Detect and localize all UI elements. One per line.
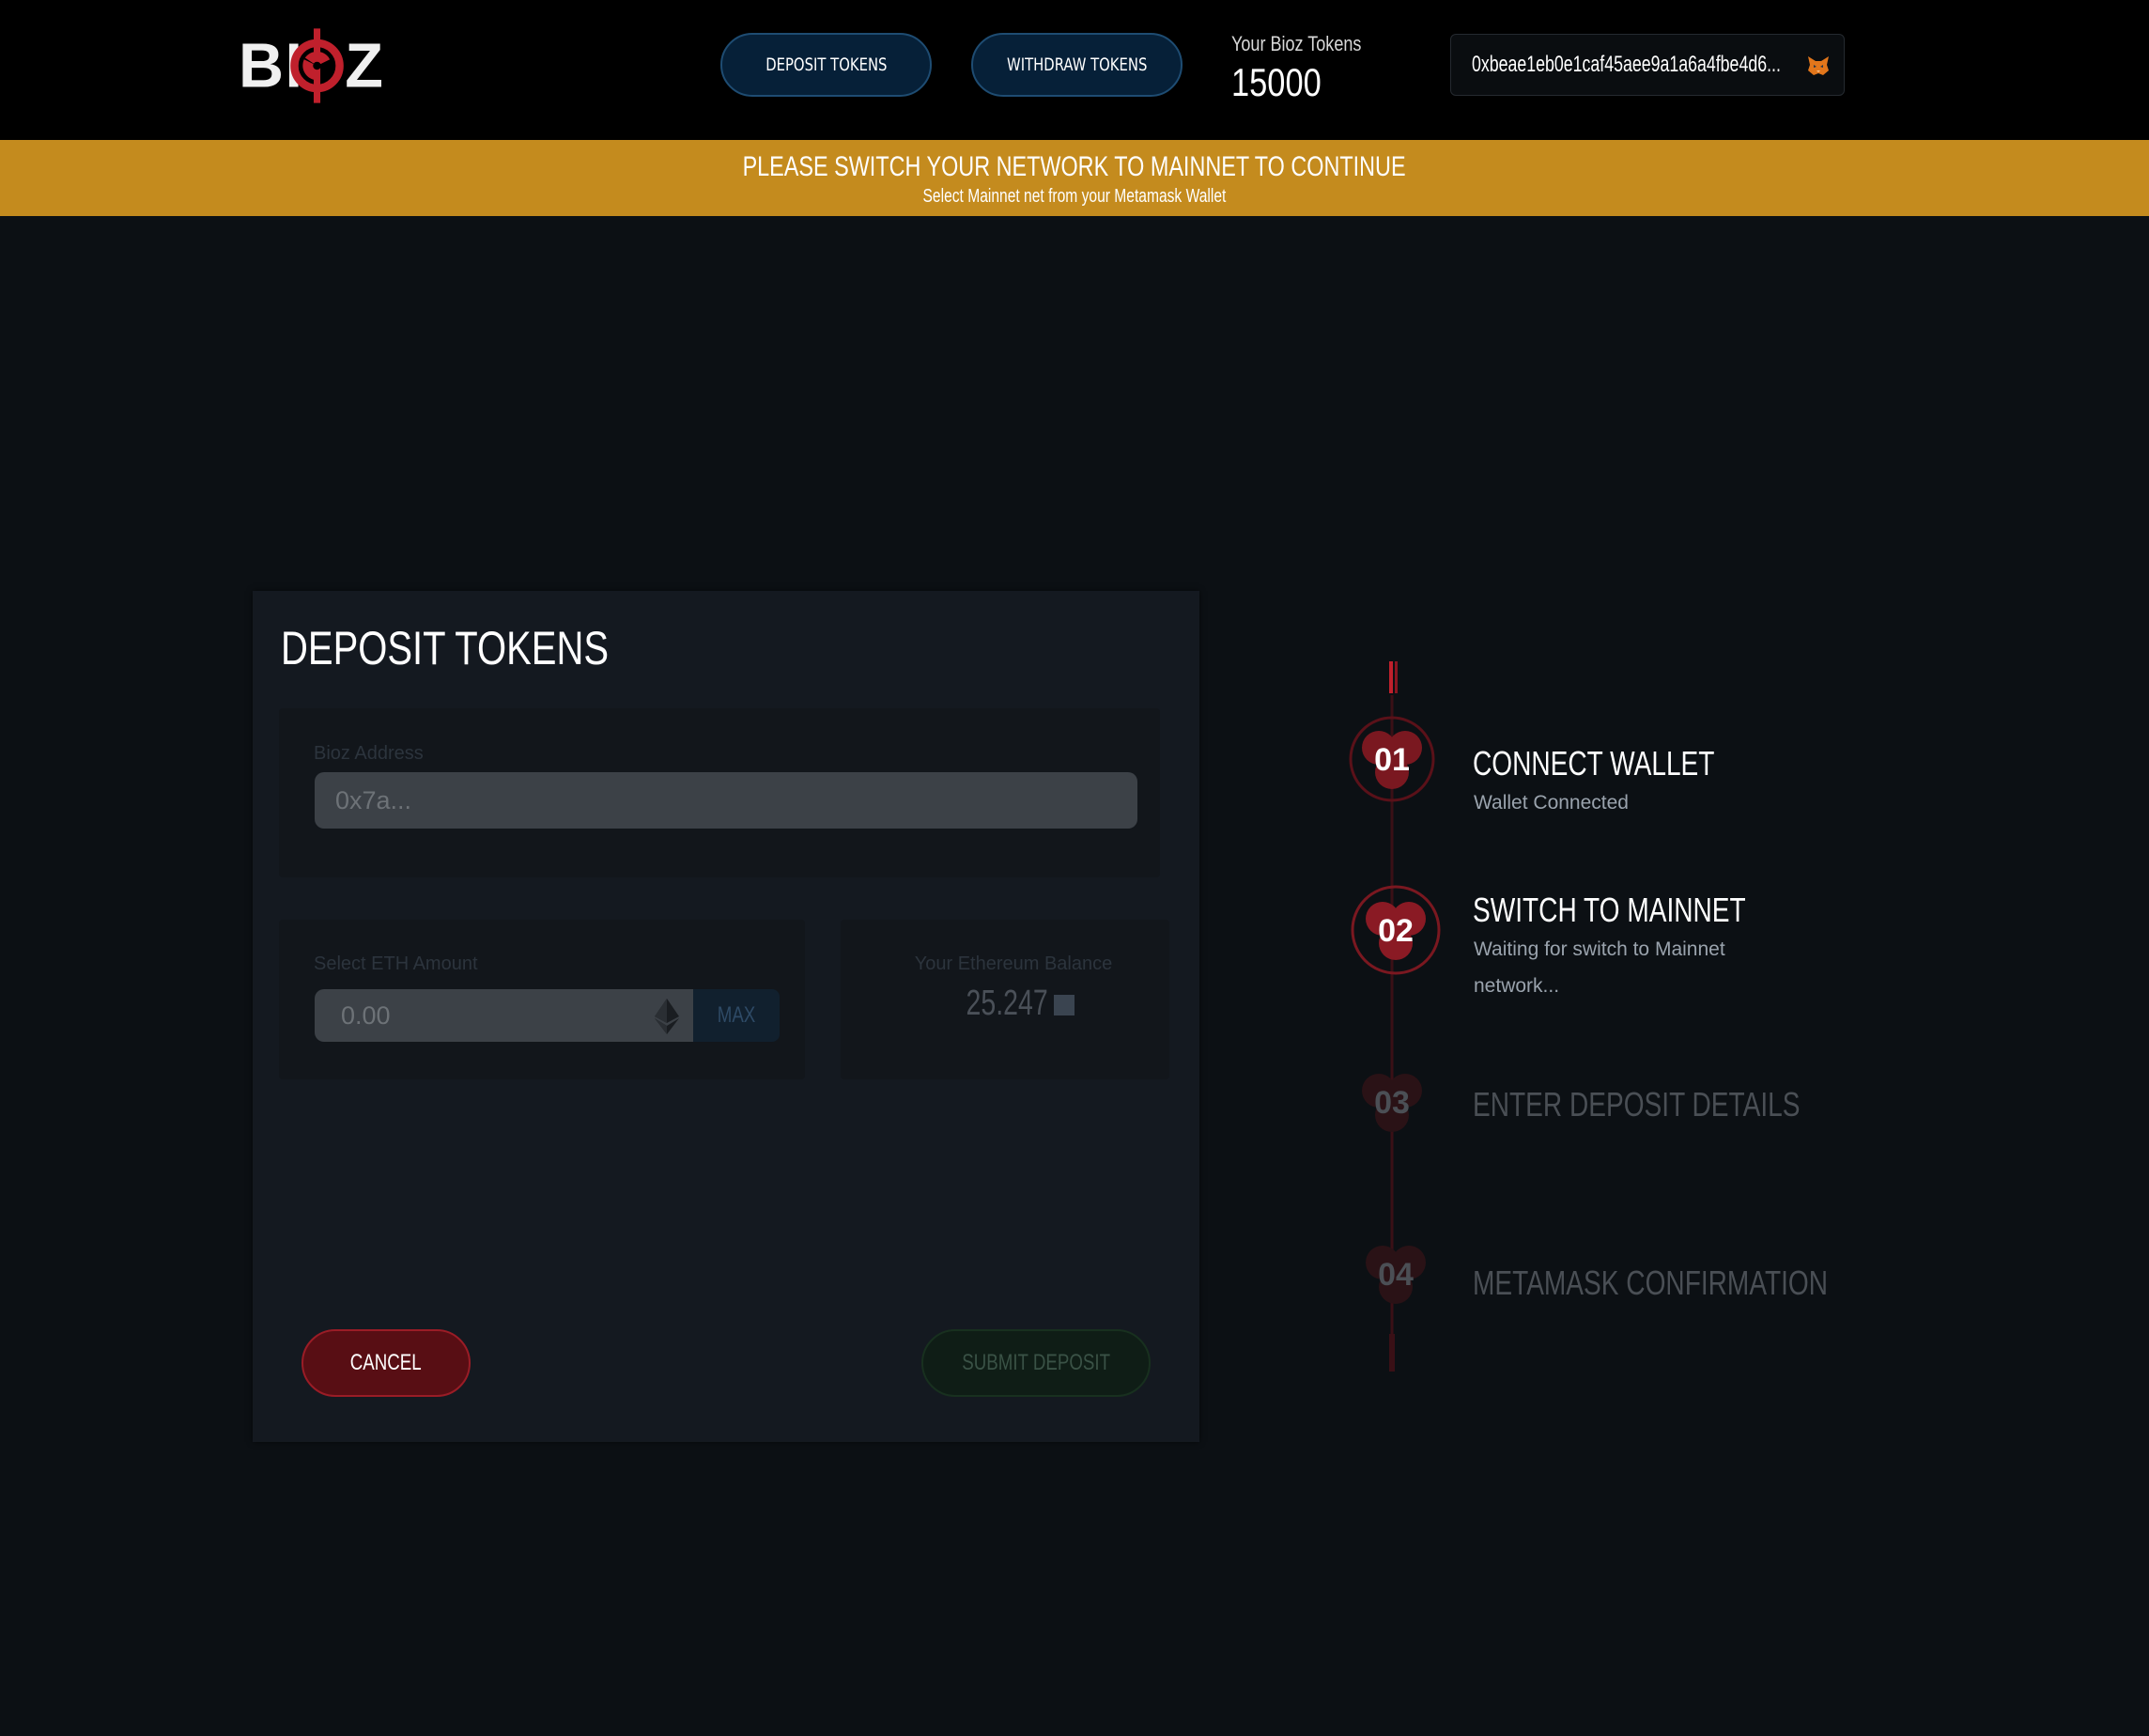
withdraw-tokens-nav-label: WITHDRAW TOKENS (1006, 54, 1148, 75)
eth-amount-label: Select ETH Amount (314, 953, 478, 974)
step-03-title: ENTER DEPOSIT DETAILS (1473, 1085, 1801, 1124)
step-01-title: CONNECT WALLET (1473, 744, 1715, 783)
step-04-title: METAMASK CONFIRMATION (1473, 1263, 1829, 1302)
banner-subtitle: Select Mainnet net from your Metamask Wa… (922, 186, 1227, 207)
bioz-address-label: Bioz Address (314, 743, 424, 764)
svg-text:01: 01 (1374, 742, 1410, 778)
bioz-tokens-label: Your Bioz Tokens (1231, 32, 1362, 55)
step-02-badge-icon: 02 (1351, 885, 1441, 975)
submit-deposit-label: SUBMIT DEPOSIT (962, 1350, 1110, 1375)
steps-progress-track: 01 02 03 04 (1349, 661, 1441, 1372)
svg-text:Z: Z (345, 32, 384, 101)
top-navigation-bar: BI Z DEPOSIT TOKENS WITHDRAW TOKENS Your… (0, 0, 2149, 140)
deposit-tokens-card: DEPOSIT TOKENS Bioz Address Select ETH A… (253, 591, 1199, 1442)
svg-text:04: 04 (1378, 1257, 1414, 1293)
cancel-button[interactable]: CANCEL (301, 1329, 471, 1397)
deposit-tokens-nav-button[interactable]: DEPOSIT TOKENS (720, 33, 932, 97)
eth-balance-label: Your Ethereum Balance (914, 953, 1113, 974)
banner-title: PLEASE SWITCH YOUR NETWORK TO MAINNET TO… (742, 151, 1406, 182)
eth-balance-image-icon (1054, 994, 1075, 1015)
eth-balance-value-row: 25.247 (816, 984, 1211, 1024)
cancel-label: CANCEL (350, 1350, 422, 1375)
bioz-address-input[interactable] (315, 772, 1137, 829)
bioz-tokens-value: 15000 (1231, 60, 1322, 104)
max-amount-button[interactable]: MAX (693, 989, 780, 1042)
ethereum-icon (655, 999, 679, 1034)
step-02-subtitle: Waiting for switch to Mainnet network... (1474, 938, 1725, 997)
max-label: MAX (717, 1002, 756, 1028)
svg-text:02: 02 (1378, 913, 1414, 949)
bioz-logo[interactable]: BI Z (237, 13, 413, 118)
eth-amount-field (315, 989, 693, 1042)
bioz-token-balance: Your Bioz Tokens 15000 (1231, 32, 1390, 105)
card-title: DEPOSIT TOKENS (281, 622, 610, 674)
deposit-tokens-nav-label: DEPOSIT TOKENS (765, 54, 888, 75)
step-01-subtitle: Wallet Connected (1474, 792, 1629, 814)
metamask-fox-icon (1808, 56, 1829, 75)
eth-balance-value: 25.247 (966, 984, 1048, 1023)
wallet-address: 0xbeae1eb0e1caf45aee9a1a6a4fbe4d6... (1472, 52, 1781, 77)
network-warning-banner: PLEASE SWITCH YOUR NETWORK TO MAINNET TO… (0, 140, 2149, 216)
svg-text:03: 03 (1374, 1085, 1410, 1121)
eth-amount-input[interactable] (315, 989, 625, 1042)
step-03-badge-icon: 03 (1362, 1074, 1422, 1132)
submit-deposit-button[interactable]: SUBMIT DEPOSIT (921, 1329, 1151, 1397)
withdraw-tokens-nav-button[interactable]: WITHDRAW TOKENS (971, 33, 1183, 97)
step-04-badge-icon: 04 (1366, 1246, 1426, 1304)
step-02-title: SWITCH TO MAINNET (1473, 891, 1746, 929)
wallet-address-box[interactable]: 0xbeae1eb0e1caf45aee9a1a6a4fbe4d6... (1450, 34, 1845, 96)
